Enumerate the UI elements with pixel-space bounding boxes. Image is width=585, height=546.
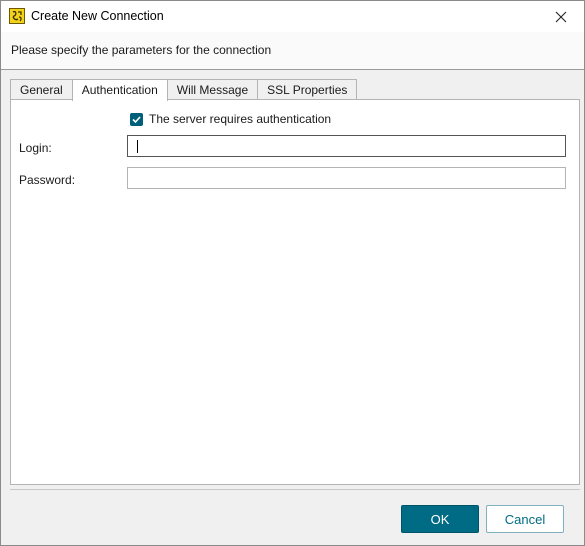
footer-divider	[10, 489, 580, 490]
login-field[interactable]	[127, 135, 566, 157]
window-title: Create New Connection	[31, 9, 164, 23]
cancel-button[interactable]: Cancel	[486, 505, 564, 533]
password-field[interactable]	[127, 167, 566, 189]
tab-general[interactable]: General	[10, 79, 73, 100]
login-label: Login:	[19, 141, 52, 155]
requires-auth-checkbox[interactable]	[130, 112, 143, 126]
requires-auth-label: The server requires authentication	[149, 112, 332, 126]
app-logo-icon	[9, 8, 25, 24]
tab-will-message[interactable]: Will Message	[166, 79, 259, 100]
dialog-subtitle: Please specify the parameters for the co…	[11, 43, 272, 57]
text-caret	[137, 140, 138, 153]
title-bar[interactable]: Create New Connection	[1, 1, 584, 32]
close-button[interactable]	[538, 1, 584, 32]
ok-button[interactable]: OK	[401, 505, 479, 533]
close-icon	[555, 11, 567, 22]
password-label: Password:	[19, 173, 76, 187]
header-band: Please specify the parameters for the co…	[1, 32, 584, 70]
checkmark-icon	[132, 115, 141, 123]
tab-authentication[interactable]: Authentication	[71, 79, 168, 101]
tab-ssl-properties[interactable]: SSL Properties	[257, 79, 358, 100]
requires-auth-row[interactable]: The server requires authentication	[130, 111, 331, 127]
tab-strip: General Authentication Will Message SSL …	[10, 79, 358, 101]
